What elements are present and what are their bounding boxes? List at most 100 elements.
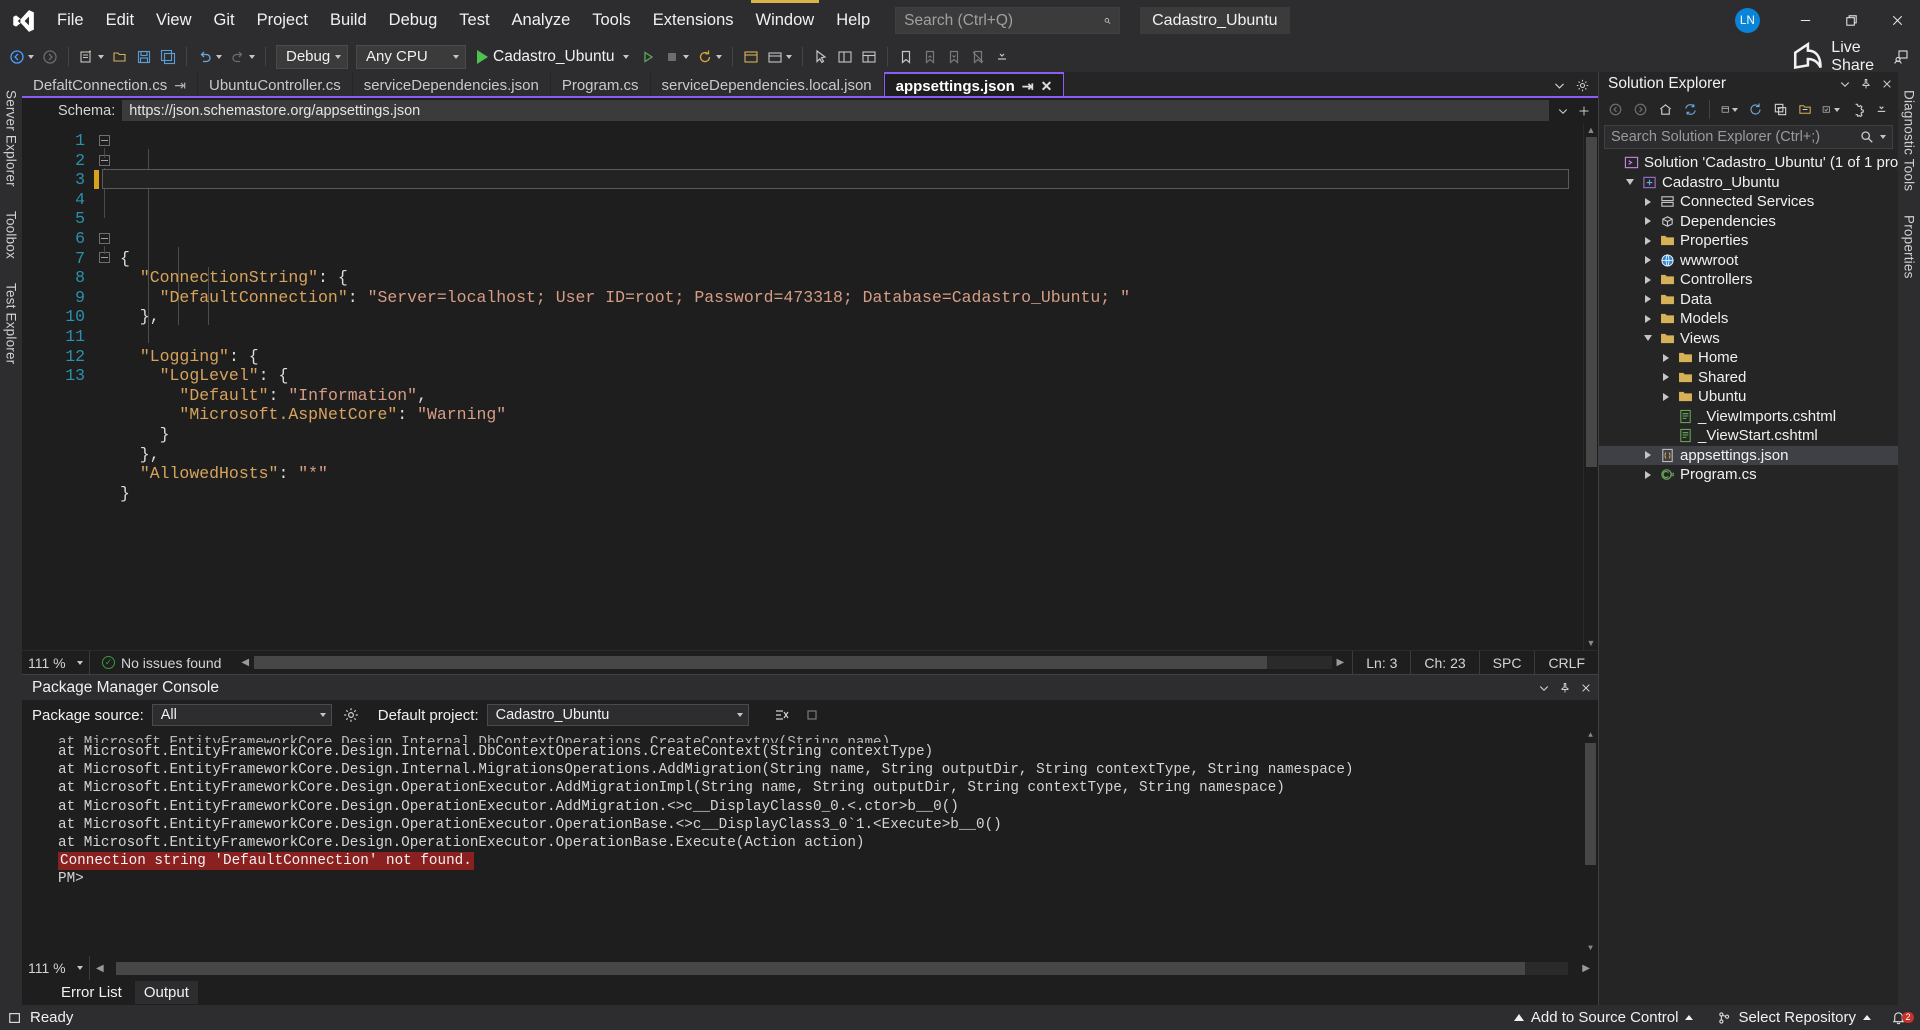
chevron-down-icon[interactable] — [682, 54, 689, 59]
start-debugging-button[interactable]: Cadastro_Ubuntu — [471, 44, 635, 70]
tree-item-cadastro-ubuntu[interactable]: Cadastro_Ubuntu — [1599, 173, 1898, 193]
chevron-up-icon[interactable] — [1863, 1015, 1871, 1020]
code-line[interactable]: { — [118, 249, 1583, 269]
chevron-down-icon[interactable] — [1557, 105, 1569, 117]
undo-button[interactable] — [194, 44, 225, 70]
se-collapse-all-button[interactable] — [1769, 99, 1791, 121]
chevron-down-icon[interactable] — [1833, 107, 1840, 112]
scroll-up-arrow[interactable]: ▲ — [1584, 123, 1598, 137]
se-home-button[interactable] — [1654, 99, 1676, 121]
tab-error-list[interactable]: Error List — [52, 981, 131, 1004]
chevron-down-icon[interactable] — [335, 54, 341, 59]
chevron-right-icon[interactable] — [1641, 451, 1655, 460]
se-show-all-files-button[interactable] — [1794, 99, 1816, 121]
properties-window-button[interactable] — [834, 44, 856, 70]
toolbar-overflow-button[interactable] — [991, 44, 1013, 70]
code-line[interactable]: } — [118, 425, 1583, 445]
chevron-right-icon[interactable] — [1641, 217, 1655, 226]
close-icon[interactable] — [1580, 682, 1592, 694]
window-layout-button[interactable] — [740, 44, 762, 70]
chevron-right-icon[interactable] — [1641, 314, 1655, 323]
outlining-margin[interactable] — [94, 123, 118, 650]
scrollbar-thumb[interactable] — [1585, 743, 1596, 865]
menu-git[interactable]: Git — [203, 0, 246, 41]
scrollbar-thumb[interactable] — [254, 656, 1267, 669]
open-project-button[interactable] — [109, 44, 131, 70]
chevron-down-icon[interactable] — [1880, 135, 1886, 139]
tree-item-shared[interactable]: Shared — [1599, 368, 1898, 388]
editor-settings-icon[interactable] — [1576, 79, 1589, 92]
rail-test-explorer[interactable]: Test Explorer — [3, 278, 20, 369]
toggle-bookmark-button[interactable] — [895, 44, 917, 70]
chevron-down-icon[interactable] — [77, 966, 83, 970]
chevron-right-icon[interactable] — [1641, 197, 1655, 206]
chevron-right-icon[interactable] — [1641, 275, 1655, 284]
navigate-back-button[interactable] — [6, 44, 37, 70]
solution-explorer-search-input[interactable] — [1611, 129, 1860, 145]
pin-icon[interactable] — [1559, 682, 1571, 694]
code-line[interactable]: } — [118, 484, 1583, 504]
menu-extensions[interactable]: Extensions — [642, 0, 745, 41]
chevron-down-icon[interactable] — [1623, 179, 1637, 186]
tree-item-wwwroot[interactable]: wwwroot — [1599, 251, 1898, 271]
chevron-down-icon[interactable] — [216, 54, 222, 59]
se-view-selector-button[interactable] — [1718, 99, 1742, 121]
chevron-down-icon[interactable] — [319, 713, 326, 717]
save-all-button[interactable] — [157, 44, 179, 70]
scroll-left-arrow[interactable]: ◀ — [241, 657, 249, 668]
editor-horizontal-scrollbar[interactable] — [254, 656, 1332, 669]
package-sources-settings-button[interactable] — [340, 702, 362, 728]
chevron-down-icon[interactable] — [785, 54, 792, 59]
select-element-button[interactable] — [810, 44, 832, 70]
live-share-button[interactable]: Live Share — [1777, 39, 1889, 74]
code-text[interactable]: { "ConnectionString": { "DefaultConnecti… — [118, 123, 1583, 650]
save-button[interactable] — [133, 44, 155, 70]
tree-item-properties[interactable]: Properties — [1599, 231, 1898, 251]
chevron-down-icon[interactable] — [249, 54, 255, 59]
object-browser-button[interactable] — [858, 44, 880, 70]
solution-platform-combo[interactable]: Any CPU — [356, 44, 466, 69]
tab-program-cs[interactable]: Program.cs — [550, 72, 651, 98]
rail-diagnostic-tools[interactable]: Diagnostic Tools — [1901, 85, 1918, 196]
stop-button[interactable] — [661, 44, 692, 70]
menu-analyze[interactable]: Analyze — [501, 0, 582, 41]
indentation-indicator[interactable]: SPC — [1478, 651, 1535, 674]
chevron-down-icon[interactable] — [453, 54, 459, 59]
chevron-right-icon[interactable] — [1641, 236, 1655, 245]
code-editor[interactable]: 1 2 3 4 5 6 7 8 9 10 11 12 13 { "ConnectionString": … — [22, 123, 1583, 650]
rail-properties[interactable]: Properties — [1901, 210, 1918, 284]
schema-value[interactable]: https://json.schemastore.org/appsettings… — [122, 100, 1549, 121]
menu-test[interactable]: Test — [448, 0, 500, 41]
rail-server-explorer[interactable]: Server Explorer — [3, 85, 20, 192]
pin-icon[interactable]: ⇥ — [1022, 78, 1034, 95]
default-project-combo[interactable]: Cadastro_Ubuntu — [486, 704, 749, 726]
solution-explorer-search[interactable] — [1604, 125, 1893, 149]
se-back-button[interactable] — [1604, 99, 1626, 121]
close-icon[interactable] — [1881, 78, 1893, 90]
next-bookmark-button[interactable] — [943, 44, 965, 70]
tab-list-dropdown-icon[interactable] — [1553, 79, 1566, 92]
package-source-combo[interactable]: All — [151, 704, 332, 726]
chevron-down-icon[interactable] — [736, 713, 743, 717]
solution-configuration-combo[interactable]: Debug — [276, 44, 348, 69]
chevron-down-icon[interactable] — [28, 54, 34, 59]
solution-explorer-tree[interactable]: Solution 'Cadastro_Ubuntu' (1 of 1 proje… — [1599, 153, 1898, 1005]
pin-icon[interactable]: ⇥ — [174, 77, 186, 94]
menu-help[interactable]: Help — [825, 0, 881, 41]
active-solution-chip[interactable]: Cadastro_Ubuntu — [1140, 7, 1290, 34]
tree-item-connected-services[interactable]: Connected Services — [1599, 192, 1898, 212]
pmc-zoom-control[interactable]: 111 % — [22, 956, 90, 980]
chevron-down-icon[interactable] — [98, 54, 104, 59]
fold-toggle-line-6[interactable] — [99, 233, 110, 244]
chevron-down-icon[interactable] — [622, 54, 629, 59]
tab-servicedependencies-json[interactable]: serviceDependencies.json — [352, 72, 551, 98]
notifications-button[interactable]: 2 — [1883, 1010, 1920, 1025]
se-preview-selected-button[interactable] — [1819, 99, 1843, 121]
scroll-right-arrow[interactable]: ▶ — [1574, 963, 1598, 974]
chevron-down-icon[interactable] — [77, 660, 83, 665]
search-input[interactable] — [904, 11, 1105, 30]
tab-appsettings-json[interactable]: appsettings.json ⇥ ✕ — [883, 72, 1065, 98]
code-line[interactable]: "Microsoft.AspNetCore": "Warning" — [118, 405, 1583, 425]
chevron-right-icon[interactable] — [1641, 295, 1655, 304]
restart-button[interactable] — [694, 44, 725, 70]
